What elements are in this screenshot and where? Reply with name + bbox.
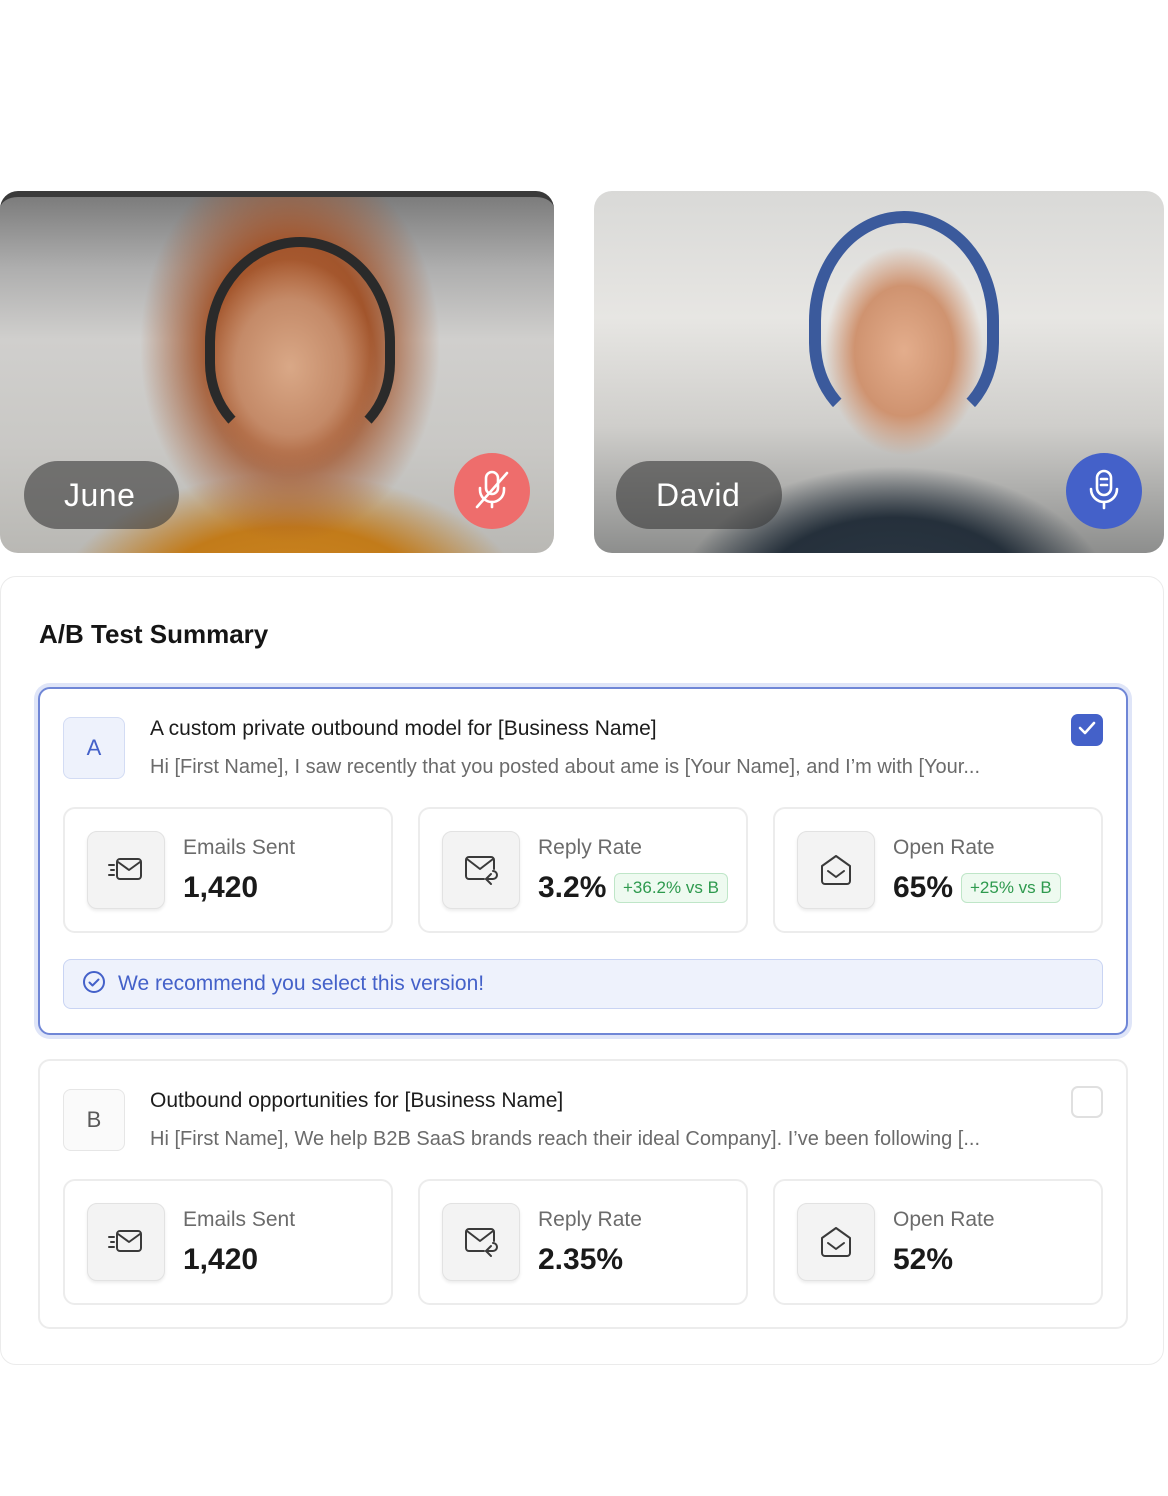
variant-card-a[interactable]: A A custom private outbound model for [B… <box>38 687 1128 1035</box>
mic-toggle-button-june[interactable] <box>454 453 530 529</box>
stat-card-open-rate: Open Rate 65% +25% vs B <box>773 807 1103 933</box>
stat-value: 1,420 <box>183 1243 259 1276</box>
summary-title: A/B Test Summary <box>39 619 269 649</box>
stat-card-reply-rate: Reply Rate 3.2% +36.2% vs B <box>418 807 748 933</box>
variant-stats-row: Emails Sent 1,420 Reply Rate 3.2% +36.2%… <box>63 807 1103 933</box>
stat-value: 52% <box>893 1243 954 1276</box>
stat-label: Reply Rate <box>538 836 642 859</box>
recommendation-text: We recommend you select this version! <box>118 972 485 995</box>
stat-card-emails-sent: Emails Sent 1,420 <box>63 1179 393 1305</box>
comparison-badge: +36.2% vs B <box>614 873 728 903</box>
variant-subject: A custom private outbound model for [Bus… <box>150 717 657 740</box>
variant-letter-badge: B <box>63 1089 125 1151</box>
variant-letter-badge: A <box>63 717 125 779</box>
stat-card-open-rate: Open Rate 52% <box>773 1179 1103 1305</box>
stat-card-emails-sent: Emails Sent 1,420 <box>63 807 393 933</box>
mic-toggle-button-david[interactable] <box>1066 453 1142 529</box>
send-mail-icon <box>87 1203 165 1281</box>
select-variant-checkbox-a[interactable] <box>1071 714 1103 746</box>
checkmark-icon <box>1078 721 1096 740</box>
stat-label: Reply Rate <box>538 1208 642 1231</box>
participant-name-david: David <box>616 461 782 529</box>
video-tile-june[interactable]: June <box>0 191 554 553</box>
recommendation-banner: We recommend you select this version! <box>63 959 1103 1009</box>
participant-name-june: June <box>24 461 179 529</box>
stat-card-reply-rate: Reply Rate 2.35% <box>418 1179 748 1305</box>
select-variant-checkbox-b[interactable] <box>1071 1086 1103 1118</box>
send-mail-icon <box>87 831 165 909</box>
open-mail-icon <box>797 831 875 909</box>
mail-reply-icon <box>442 1203 520 1281</box>
participant-photo-david <box>809 211 999 431</box>
participant-photo-june <box>205 237 395 447</box>
stat-value: 3.2% <box>538 871 607 904</box>
mic-icon <box>1086 468 1122 515</box>
comparison-badge: +25% vs B <box>961 873 1061 903</box>
stat-label: Emails Sent <box>183 836 296 859</box>
variant-stats-row: Emails Sent 1,420 Reply Rate 2.35% Open … <box>63 1179 1103 1305</box>
mail-reply-icon <box>442 831 520 909</box>
ab-test-summary-panel: A/B Test Summary A A custom private outb… <box>0 576 1164 1365</box>
stat-label: Open Rate <box>893 1208 995 1231</box>
stat-label: Emails Sent <box>183 1208 296 1231</box>
variant-card-b[interactable]: B Outbound opportunities for [Business N… <box>38 1059 1128 1329</box>
video-tile-david[interactable]: David <box>594 191 1164 553</box>
stat-value: 2.35% <box>538 1243 624 1276</box>
variant-preview-text: Hi [First Name], We help B2B SaaS brands… <box>150 1128 981 1150</box>
stat-label: Open Rate <box>893 836 995 859</box>
variant-preview-text: Hi [First Name], I saw recently that you… <box>150 756 981 778</box>
open-mail-icon <box>797 1203 875 1281</box>
stat-value: 1,420 <box>183 871 259 904</box>
check-circle-icon <box>82 970 106 999</box>
stat-value: 65% <box>893 871 954 904</box>
variant-subject: Outbound opportunities for [Business Nam… <box>150 1089 564 1112</box>
mic-off-icon <box>473 469 511 514</box>
